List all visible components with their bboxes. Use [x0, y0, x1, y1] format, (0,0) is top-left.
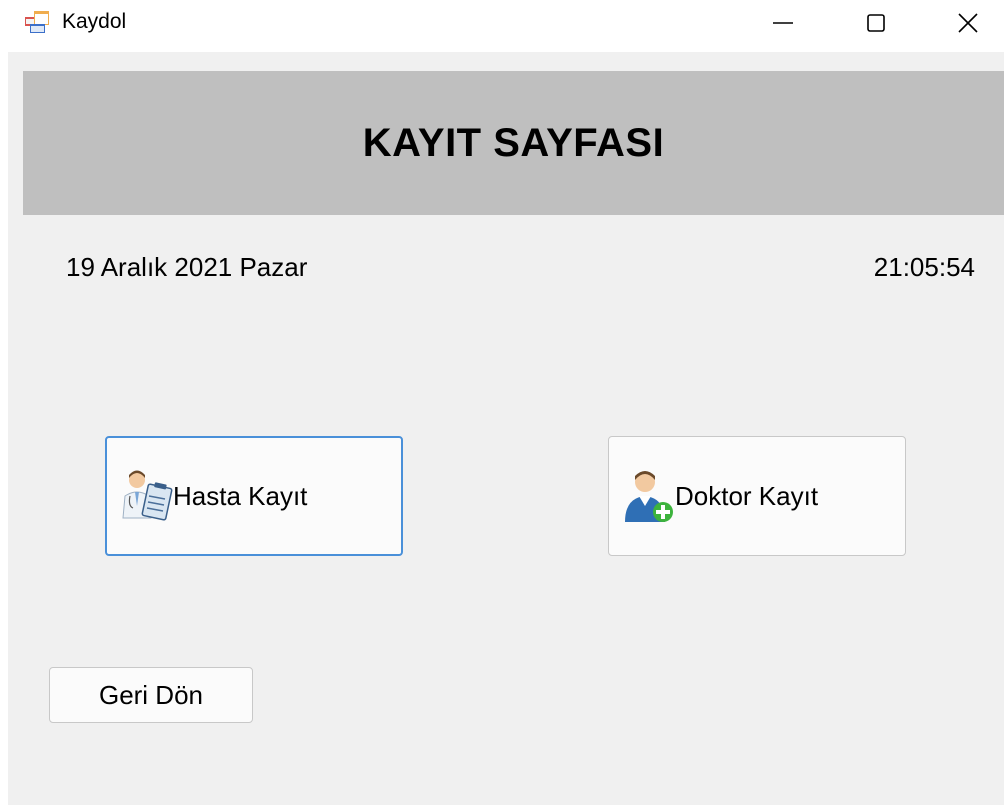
close-icon	[958, 13, 978, 33]
maximize-icon	[867, 14, 885, 32]
maximize-button[interactable]	[830, 0, 922, 46]
form-app-icon	[25, 11, 49, 33]
patient-register-label: Hasta Kayıt	[173, 480, 308, 511]
minimize-icon	[773, 22, 793, 24]
client-area: KAYIT SAYFASI 19 Aralık 2021 Pazar 21:05…	[8, 52, 1004, 805]
doctor-register-label: Doktor Kayıt	[675, 480, 819, 511]
title-bar[interactable]: Kaydol	[0, 0, 1004, 52]
page-title: KAYIT SAYFASI	[362, 120, 665, 165]
time-label: 21:05:54	[873, 252, 975, 282]
minimize-button[interactable]	[737, 0, 829, 46]
date-label: 19 Aralık 2021 Pazar	[66, 252, 308, 282]
close-button[interactable]	[922, 0, 1004, 46]
window-title: Kaydol	[62, 10, 127, 33]
doctor-clipboard-icon	[122, 470, 173, 521]
app-window: Kaydol KAYIT SAYFASI 19 Aralık 2021 Paza…	[0, 0, 1004, 805]
back-button[interactable]: Geri Dön	[49, 667, 253, 723]
patient-register-button[interactable]: Hasta Kayıt	[105, 436, 403, 556]
doctor-register-button[interactable]: Doktor Kayıt	[608, 436, 906, 556]
add-user-icon	[625, 471, 673, 522]
header-panel: KAYIT SAYFASI	[23, 71, 1004, 215]
